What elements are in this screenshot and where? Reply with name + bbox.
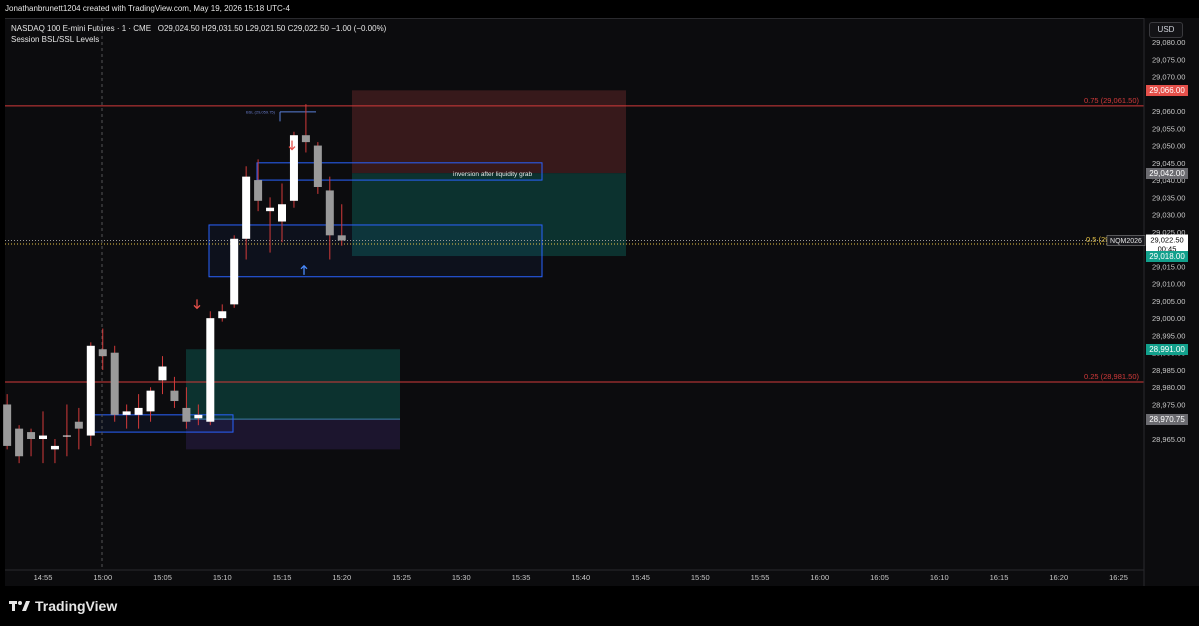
fib-label-075: 0.75 (29,061.50) [1084,96,1140,105]
price-axis-label: 29,005.00 [1152,297,1185,306]
time-axis-label: 15:15 [273,573,292,582]
candle-body[interactable] [50,445,59,450]
candle-body[interactable] [242,176,251,239]
time-axis-label: 16:10 [930,573,949,582]
price-axis-label: 29,035.00 [1152,193,1185,202]
candle-body[interactable] [206,318,215,422]
time-axis-label: 15:55 [751,573,770,582]
tradingview-logo-icon [9,601,30,611]
candle-body[interactable] [146,390,155,412]
tradingview-logo[interactable]: TradingView [9,598,117,614]
price-badge: 28,991.00 [1146,343,1188,355]
price-axis-label: 29,050.00 [1152,142,1185,151]
time-axis-label: 15:40 [571,573,590,582]
price-axis-label: 29,080.00 [1152,38,1185,47]
price-badge: 29,042.00 [1146,167,1188,179]
time-axis-label: 15:20 [332,573,351,582]
time-axis-label: 14:55 [34,573,53,582]
legend-symbol[interactable]: NASDAQ 100 E-mini Futures · 1 · CME [11,24,151,33]
price-axis-label: 28,980.00 [1152,383,1185,392]
last-price-value: 29,022.50 [1150,236,1183,245]
candle-body[interactable] [266,207,275,212]
price-axis-label: 28,995.00 [1152,331,1185,340]
time-axis-label: 16:20 [1049,573,1068,582]
price-axis-label: 29,075.00 [1152,55,1185,64]
price-axis-label: 29,045.00 [1152,159,1185,168]
price-axis-label: 29,030.00 [1152,211,1185,220]
price-chart[interactable]: 0.75 (29,061.50)0.25 (28,981.50)0.5 (29,… [0,0,1199,626]
candle-body[interactable] [182,407,191,422]
currency-button[interactable]: USD [1149,22,1183,38]
candle-body[interactable] [301,135,310,143]
candle-body[interactable] [289,135,298,201]
chart-legend: NASDAQ 100 E-mini Futures · 1 · CME O29,… [11,23,386,45]
time-axis-label: 16:00 [810,573,829,582]
price-badge: 29,066.00 [1146,84,1188,96]
time-axis-label: 15:10 [213,573,232,582]
candle-body[interactable] [134,407,143,415]
time-axis-label: 16:15 [990,573,1009,582]
price-axis-label: 28,985.00 [1152,366,1185,375]
time-axis-label: 15:30 [452,573,471,582]
candle-body[interactable] [313,145,322,187]
candle-body[interactable] [278,204,286,222]
price-axis-label: 28,965.00 [1152,435,1185,444]
time-axis-label: 15:45 [631,573,650,582]
time-axis-label: 15:00 [93,573,112,582]
tradingview-wordmark: TradingView [35,598,118,614]
price-axis-label: 29,010.00 [1152,280,1185,289]
candle-body[interactable] [98,349,107,357]
price-axis-label: 29,015.00 [1152,262,1185,271]
candle-body[interactable] [230,238,239,305]
time-axis-label: 15:50 [691,573,710,582]
short-stop-zone[interactable] [352,90,626,174]
price-badge: 28,970.75 [1146,413,1188,425]
bsl-label: BSL (29,059.75) [246,109,276,114]
legend-ohlc: O29,024.50 H29,031.50 L29,021.50 C29,022… [157,24,387,33]
candle-body[interactable] [62,435,71,437]
candle-body[interactable] [337,235,346,241]
candle-body[interactable] [122,411,131,415]
candle-body[interactable] [3,404,12,446]
candle-body[interactable] [254,180,263,201]
footer [0,586,1199,626]
long-target-zone[interactable] [186,349,400,420]
candle-body[interactable] [194,414,203,419]
candle-body[interactable] [158,366,167,381]
inversion-annotation[interactable]: inversion after liquidity grab [453,171,533,178]
time-axis-label: 15:25 [392,573,411,582]
price-axis-label: 29,060.00 [1152,107,1185,116]
price-axis-label: 28,975.00 [1152,400,1185,409]
price-axis-label: 29,000.00 [1152,314,1185,323]
candle-body[interactable] [27,432,36,439]
candle-body[interactable] [218,311,227,319]
price-axis-label: 29,055.00 [1152,124,1185,133]
price-axis-label: 29,070.00 [1152,73,1185,82]
demand-box[interactable] [208,224,543,278]
fib-label-025: 0.25 (28,981.50) [1084,372,1140,381]
time-axis-label: 15:05 [153,573,172,582]
candle-body[interactable] [110,352,119,415]
candle-body[interactable] [325,190,334,236]
time-axis-label: 16:05 [870,573,889,582]
contract-tag[interactable]: NQM2026 [1110,238,1142,245]
candle-body[interactable] [39,435,47,439]
time-axis-label: 16:25 [1109,573,1128,582]
time-axis-label: 15:35 [512,573,531,582]
price-badge: 29,018.00 [1146,250,1188,262]
candle-body[interactable] [86,345,95,436]
legend-indicator[interactable]: Session BSL/SSL Levels [11,34,386,45]
candle-body[interactable] [15,428,24,457]
candle-body[interactable] [170,390,179,402]
candle-body[interactable] [74,421,83,429]
